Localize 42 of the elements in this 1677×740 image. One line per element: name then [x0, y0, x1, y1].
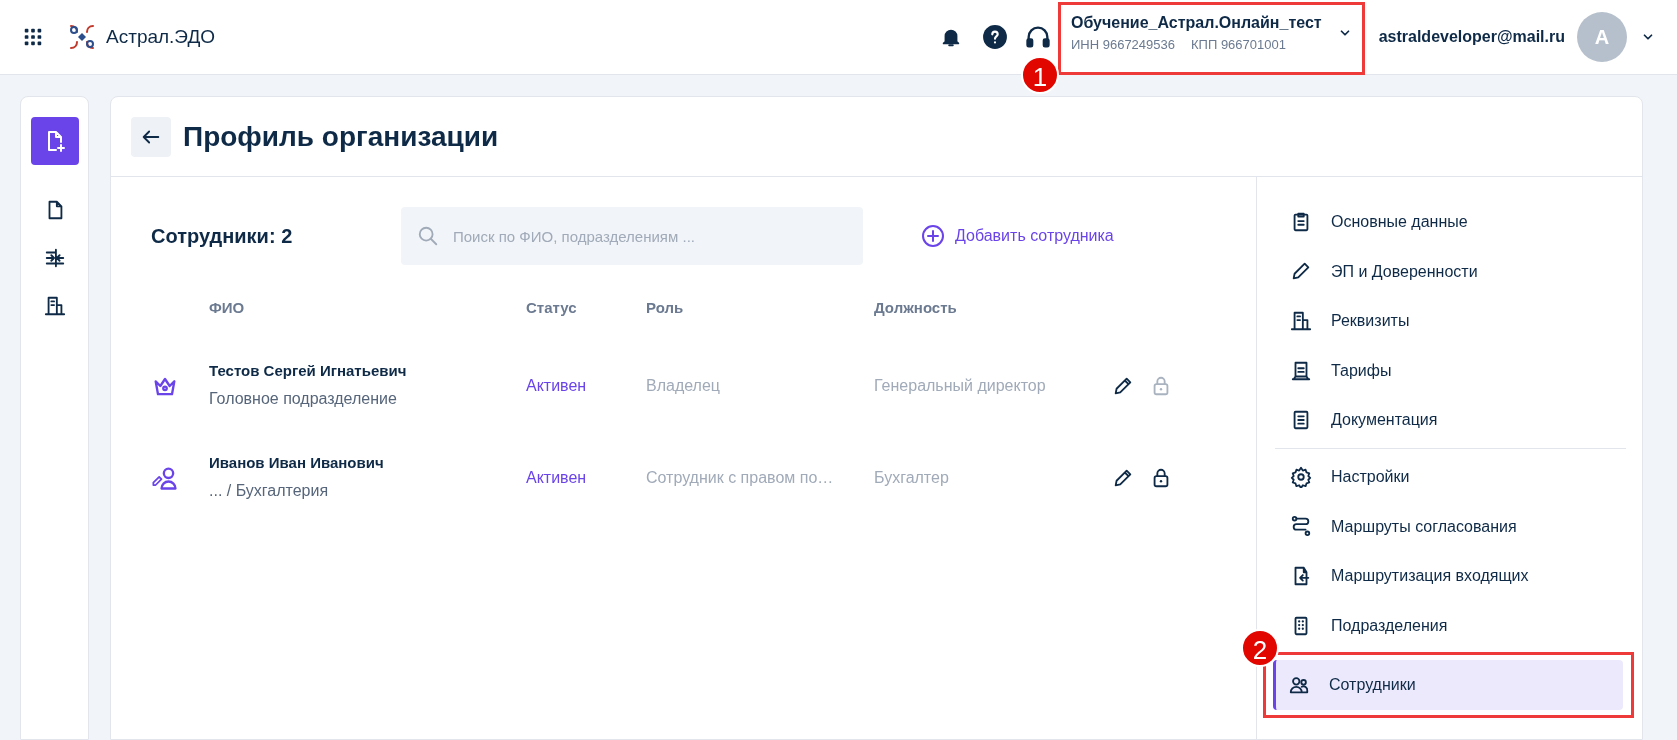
employee-count: Сотрудники: 2	[151, 224, 294, 249]
employee-name[interactable]: Тестов Сергей Игнатьевич	[209, 360, 407, 383]
column-header: ФИО	[209, 298, 246, 318]
nav-item[interactable]: Маршруты согласования	[1275, 501, 1632, 552]
position-text: Генеральный директор	[874, 375, 1046, 396]
nav-item[interactable]: Документация	[1275, 395, 1632, 445]
nav-item[interactable]: Основные данные	[1275, 197, 1632, 247]
column-header: Должность	[874, 298, 958, 318]
building-icon	[1290, 310, 1312, 332]
role-text: Владелец	[646, 375, 720, 396]
user-email[interactable]: astraldeveloper@mail.ru	[1378, 25, 1565, 49]
new-document-button[interactable]	[30, 117, 79, 165]
apps-grid-icon[interactable]	[22, 26, 44, 48]
department-name: Головное подразделение	[209, 388, 398, 409]
status-text: Активен	[526, 467, 587, 488]
plus-circle-icon	[921, 224, 945, 248]
role-text: Сотрудник с правом по…	[646, 467, 834, 488]
search-field[interactable]: Поиск по ФИО, подразделениям ...	[401, 207, 863, 265]
back-button[interactable]	[131, 116, 171, 157]
nav-item[interactable]: Маршрутизация входящих	[1275, 551, 1632, 601]
nav-item[interactable]: ЭП и Доверенности	[1275, 246, 1632, 297]
employee-name[interactable]: Иванов Иван Иванович	[209, 452, 384, 475]
building-icon	[43, 295, 66, 317]
column-header: Роль	[646, 298, 685, 318]
receipt-icon	[1290, 359, 1312, 382]
callout-badge: 1	[1020, 56, 1059, 94]
gear-icon	[1290, 465, 1312, 488]
callout-badge: 2	[1241, 629, 1279, 668]
column-header: Статус	[526, 298, 578, 318]
nav-item[interactable]: Сотрудники	[1273, 660, 1623, 710]
organization-selector[interactable]: Обучение_Астрал.Онлайн_тест ИНН 9667249536 КПП 966701001	[1070, 11, 1352, 55]
status-text: Активен	[526, 375, 587, 396]
page-title: Профиль организации	[183, 119, 499, 154]
help-icon[interactable]	[981, 24, 1008, 50]
department-name: ... / Бухгалтерия	[209, 480, 330, 501]
app-name: Астрал.ЭДО	[106, 24, 216, 49]
add-employee-button[interactable]: Добавить сотрудника	[915, 223, 1120, 249]
route-icon	[1290, 515, 1312, 538]
position-text: Бухгалтер	[874, 467, 949, 488]
nav-item[interactable]: Реквизиты	[1275, 296, 1632, 346]
nav-item[interactable]: Настройки	[1275, 451, 1632, 502]
nav-item[interactable]: Тарифы	[1275, 345, 1632, 396]
